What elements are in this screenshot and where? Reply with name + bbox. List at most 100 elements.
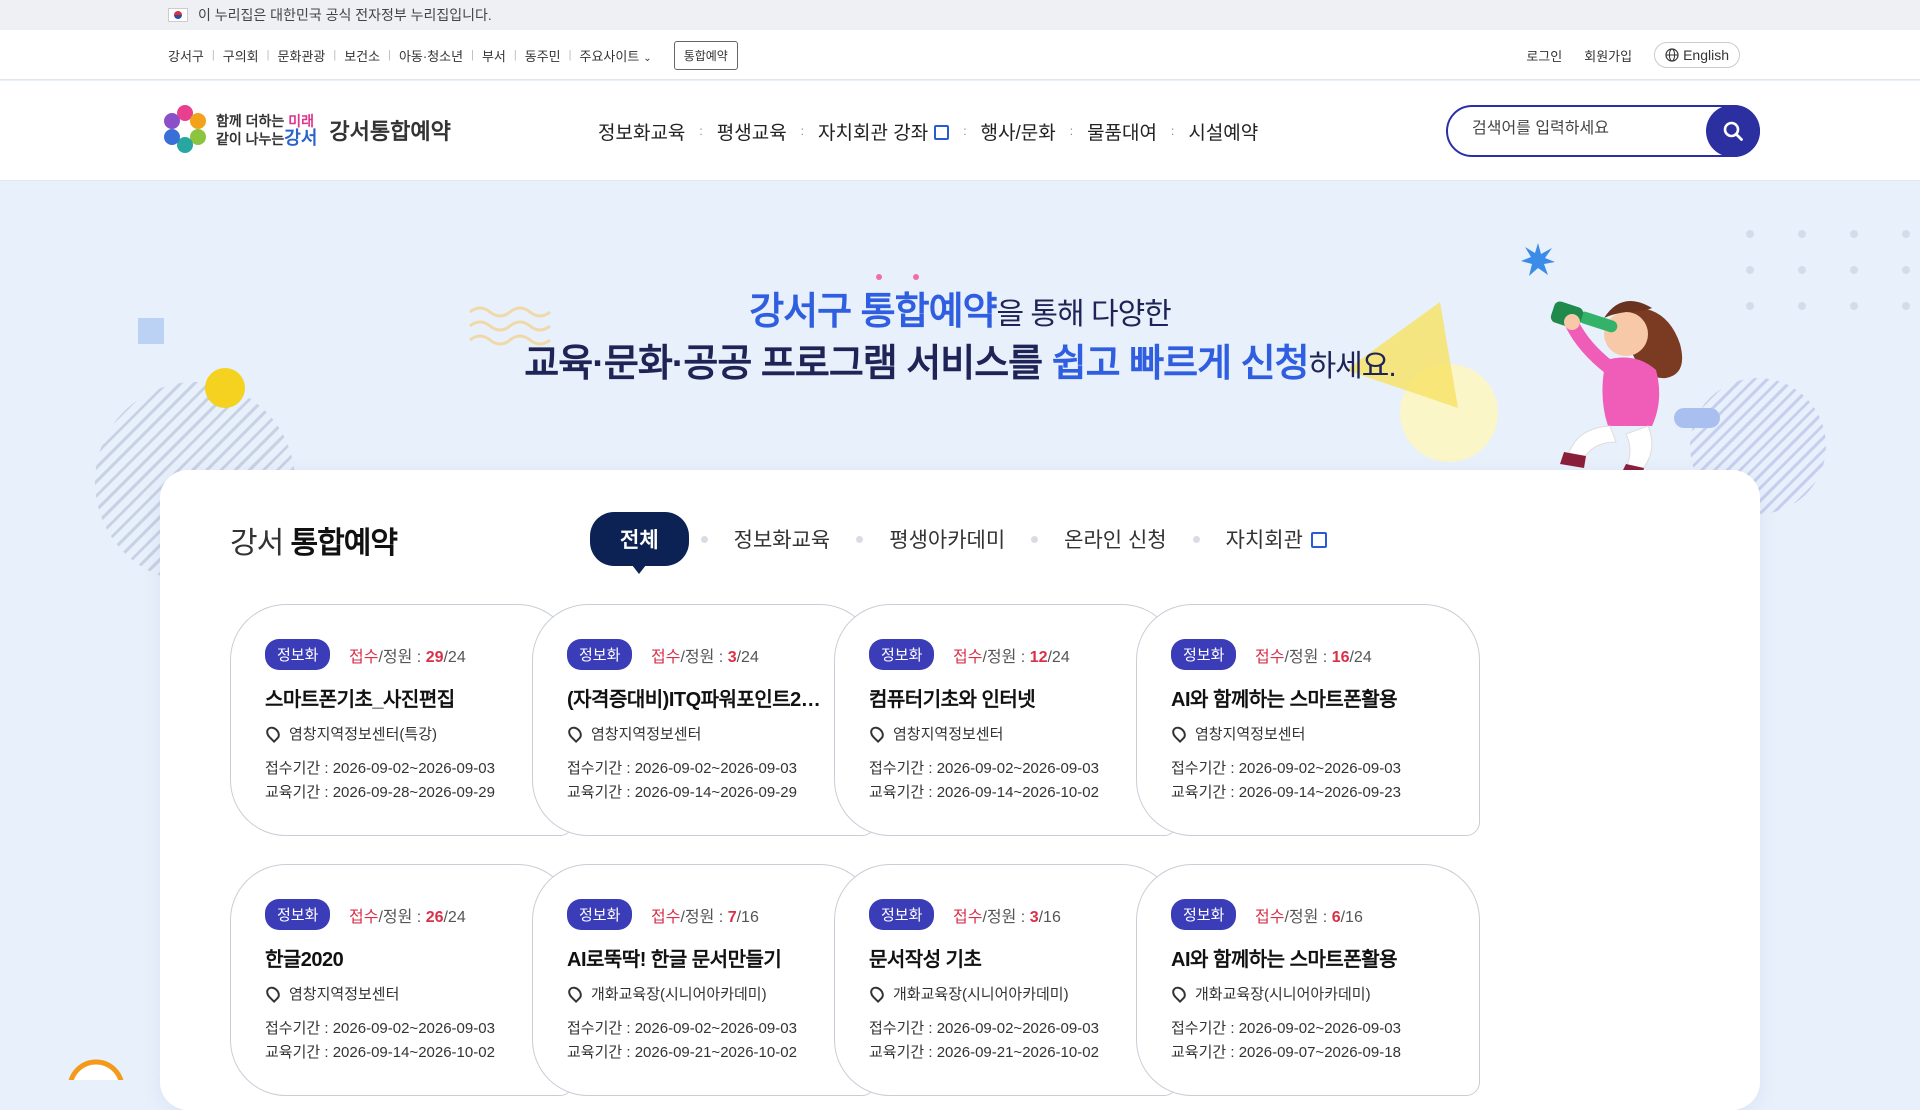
tab-info-edu[interactable]: 정보화교육 — [720, 524, 845, 554]
program-card[interactable]: 정보화 접수/정원 : 6/16 AI와 함께하는 스마트폰활용 개화교육장(시니어아… — [1136, 864, 1480, 1096]
program-place: 개화교육장(시니어아카데미) — [1169, 983, 1371, 1004]
program-card[interactable]: 정보화 접수/정원 : 16/24 AI와 함께하는 스마트폰활용 염창지역정보센터 접… — [1136, 604, 1480, 836]
program-title[interactable]: 컴퓨터기초와 인터넷 — [869, 683, 1159, 712]
program-title[interactable]: 문서작성 기초 — [869, 943, 1159, 972]
program-place: 개화교육장(시니어아카데미) — [867, 983, 1069, 1004]
util-link-council[interactable]: 구의회 — [215, 46, 267, 65]
receive-period: 접수기간 : 2026-09-02~2026-09-03 — [265, 760, 495, 777]
program-place: 개화교육장(시니어아카데미) — [565, 983, 767, 1004]
program-title[interactable]: AI와 함께하는 스마트폰활용 — [1171, 943, 1461, 972]
main-nav: 정보화교육: 평생교육: 자치회관 강좌: 행사/문화: 물품대여: 시설예약 — [598, 81, 1258, 181]
category-badge: 정보화 — [1171, 639, 1237, 670]
login-link[interactable]: 로그인 — [1526, 46, 1562, 65]
program-card[interactable]: 정보화 접수/정원 : 12/24 컴퓨터기초와 인터넷염창지역정보센터접수기간 :… — [834, 604, 1178, 836]
program-title[interactable]: AI로뚝딱! 한글 문서만들기 — [567, 943, 857, 972]
nav-events[interactable]: 행사/문화 — [981, 118, 1056, 145]
receive-period: 접수기간 : 2026-09-02~2026-09-03 — [869, 1020, 1099, 1037]
program-title[interactable]: 스마트폰기초_사진편집 — [265, 683, 555, 712]
reserve-button[interactable]: 통합예약 — [673, 40, 738, 70]
nav-community-class[interactable]: 자치회관 강좌 — [818, 118, 950, 145]
category-badge: 정보화 — [567, 899, 633, 930]
util-link-youth[interactable]: 아동·청소년 — [391, 46, 471, 65]
logo-slogan: 함께 더하는 미래 같이 나누는강서 — [216, 112, 318, 148]
tab-online-apply[interactable]: 온라인 신청 — [1050, 524, 1180, 554]
receive-period: 접수기간 : 2026-09-02~2026-09-03 — [1171, 1020, 1401, 1037]
signup-link[interactable]: 회원가입 — [1584, 46, 1632, 65]
logo-title: 강서통합예약 — [329, 119, 451, 144]
quota-text: 접수/정원 : 12/24 — [953, 649, 1070, 666]
program-panel: 강서 통합예약 전체 정보화교육 평생아카데미 온라인 신청 자치회관 정보화 접… — [160, 470, 1760, 1110]
location-pin-icon — [1169, 723, 1189, 744]
flower-logo-icon — [160, 103, 210, 157]
clock-decoration — [68, 1059, 124, 1080]
receive-period: 접수기간 : 2026-09-02~2026-09-03 — [869, 760, 1099, 777]
util-link-dong[interactable]: 동주민 — [517, 46, 569, 65]
program-place: 염창지역정보센터(특강) — [263, 723, 437, 744]
search-button[interactable] — [1706, 105, 1760, 157]
program-place: 염창지역정보센터 — [867, 723, 1003, 744]
external-link-icon — [1310, 532, 1327, 548]
language-label: English — [1683, 47, 1729, 63]
receive-period: 접수기간 : 2026-09-02~2026-09-03 — [1171, 760, 1401, 777]
program-title[interactable]: (자격증대비)ITQ파워포인트2… — [567, 683, 857, 712]
category-badge: 정보화 — [567, 639, 633, 670]
category-badge: 정보화 — [869, 899, 935, 930]
program-card[interactable]: 정보화 접수/정원 : 3/24 (자격증대비)ITQ파워포인트2… 염창지역정보센터… — [532, 604, 876, 836]
search-input[interactable] — [1472, 120, 1692, 138]
quota-text: 접수/정원 : 3/24 — [651, 649, 759, 666]
receive-period: 접수기간 : 2026-09-02~2026-09-03 — [567, 760, 797, 777]
program-card[interactable]: 정보화 접수/정원 : 26/24 한글2020 염창지역정보센터 접수기간 : 202… — [230, 864, 574, 1096]
location-pin-icon — [867, 723, 887, 744]
tab-community-center[interactable]: 자치회관 — [1212, 524, 1341, 554]
category-badge: 정보화 — [265, 639, 331, 670]
tab-all[interactable]: 전체 — [590, 512, 689, 574]
program-card[interactable]: 정보화 접수/정원 : 3/16 문서작성 기초개화교육장(시니어아카데미) 접수기간… — [834, 864, 1178, 1096]
category-badge: 정보화 — [265, 899, 331, 930]
location-pin-icon — [263, 723, 283, 744]
edu-period: 교육기간 : 2026-09-14~2026-10-02 — [869, 784, 1099, 801]
korea-flag-icon — [168, 8, 188, 22]
util-link-health[interactable]: 보건소 — [336, 46, 388, 65]
program-card[interactable]: 정보화 접수/정원 : 7/16 AI로뚝딱! 한글 문서만들기개화교육장(시니어아… — [532, 864, 876, 1096]
search-icon — [1723, 121, 1743, 141]
util-link-major-sites[interactable]: 주요사이트 ⌄ — [571, 46, 659, 65]
util-link-dept[interactable]: 부서 — [474, 46, 514, 65]
category-badge: 정보화 — [1171, 899, 1237, 930]
hero-headline-line1: 강서구 통합예약을 통해 다양한 — [749, 291, 1172, 333]
location-pin-icon — [565, 723, 585, 744]
nav-facility[interactable]: 시설예약 — [1188, 118, 1258, 145]
category-badge: 정보화 — [869, 639, 935, 670]
nav-rental[interactable]: 물품대여 — [1087, 118, 1157, 145]
language-button[interactable]: English — [1654, 42, 1740, 68]
program-place: 염창지역정보센터 — [1169, 723, 1305, 744]
location-pin-icon — [263, 983, 283, 1004]
nav-info-edu[interactable]: 정보화교육 — [598, 118, 685, 145]
location-pin-icon — [1169, 983, 1189, 1004]
quota-text: 접수/정원 : 3/16 — [953, 909, 1061, 926]
program-title[interactable]: 한글2020 — [265, 943, 555, 972]
edu-period: 교육기간 : 2026-09-14~2026-09-29 — [567, 784, 797, 801]
quota-text: 접수/정원 : 7/16 — [651, 909, 759, 926]
tab-lifelong-academy[interactable]: 평생아카데미 — [875, 524, 1019, 554]
edu-period: 교육기간 : 2026-09-21~2026-10-02 — [869, 1044, 1099, 1061]
quota-text: 접수/정원 : 26/24 — [349, 909, 466, 926]
utility-bar: 강서구 | 구의회 | 문화관광 | 보건소 | 아동·청소년 | 부서 | 동주민 | 주요… — [0, 30, 1920, 80]
globe-icon — [1665, 48, 1679, 62]
hero-headline-line2: 교육·문화·공공 프로그램 서비스를 쉽고 빠르게 신청하세요. — [524, 343, 1396, 385]
receive-period: 접수기간 : 2026-09-02~2026-09-03 — [567, 1020, 797, 1037]
util-link-gangseo[interactable]: 강서구 — [160, 46, 212, 65]
gov-banner-text: 이 누리집은 대한민국 공식 전자정부 누리집입니다. — [198, 7, 492, 23]
edu-period: 교육기간 : 2026-09-28~2026-09-29 — [265, 784, 495, 801]
main-header: 함께 더하는 미래 같이 나누는강서 강서통합예약 정보화교육: 평생교육: 자… — [0, 81, 1920, 181]
panel-title: 강서 통합예약 — [230, 527, 398, 560]
edu-period: 교육기간 : 2026-09-14~2026-10-02 — [265, 1044, 495, 1061]
site-logo[interactable]: 함께 더하는 미래 같이 나누는강서 강서통합예약 — [160, 103, 451, 157]
util-link-culture[interactable]: 문화관광 — [270, 46, 334, 65]
search-box — [1446, 105, 1760, 157]
gov-banner: 이 누리집은 대한민국 공식 전자정부 누리집입니다. — [0, 0, 1920, 30]
program-title[interactable]: AI와 함께하는 스마트폰활용 — [1171, 683, 1461, 712]
program-place: 염창지역정보센터 — [565, 723, 701, 744]
location-pin-icon — [565, 983, 585, 1004]
program-card[interactable]: 정보화 접수/정원 : 29/24 스마트폰기초_사진편집 염창지역정보센터(특강) 접… — [230, 604, 574, 836]
nav-lifelong-edu[interactable]: 평생교육 — [717, 118, 787, 145]
